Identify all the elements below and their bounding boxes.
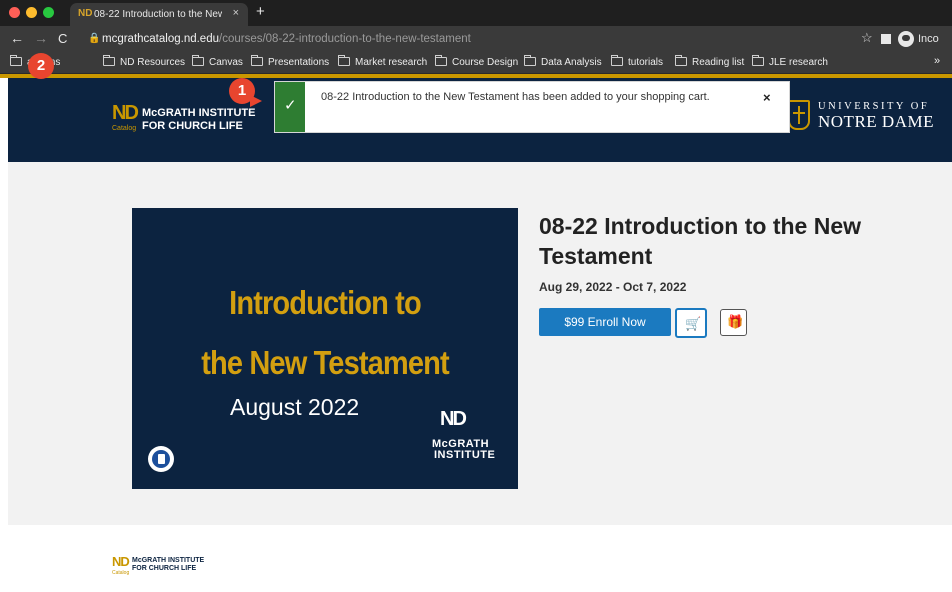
course-title: 08-22 Introduction to the New Testament (539, 213, 862, 269)
forward-icon[interactable]: → (34, 30, 48, 47)
shield-icon (788, 100, 810, 130)
image-date: August 2022 (230, 394, 360, 420)
logo-line1: McGRATH INSTITUTE (142, 107, 256, 119)
footer-logo-line1: McGRATH INSTITUTE (132, 557, 205, 564)
tab-title: 08-22 Introduction to the New (94, 9, 222, 20)
tab-strip: ND 08-22 Introduction to the New × + (0, 0, 952, 26)
close-toast-icon[interactable]: × (763, 90, 771, 105)
mcgrath-logo[interactable]: ND Catalog McGRATH INSTITUTE FOR CHURCH … (112, 102, 256, 138)
nd-monogram-icon: ND (440, 408, 467, 430)
minimize-window-button[interactable] (26, 7, 37, 18)
url-host: mcgrathcatalog.nd.edu (102, 33, 219, 45)
add-to-cart-button[interactable]: 🛒 (675, 308, 707, 338)
folder-icon (338, 55, 350, 66)
bookmark-label: tutorials (628, 57, 664, 68)
logo-catalog-label: Catalog (112, 125, 137, 132)
bookmark-label: Data Analysis (541, 57, 602, 68)
cart-icon: 🛒 (685, 316, 702, 331)
bookmark-course-design[interactable]: Course Design (435, 55, 519, 69)
bookmark-label: Course Design (452, 57, 519, 68)
bookmark-canvas[interactable]: Canvas (192, 55, 243, 69)
browser-window: ND 08-22 Introduction to the New × + ← →… (0, 0, 952, 592)
nd-monogram-icon: ND (112, 102, 139, 124)
bookmark-label: Canvas (209, 57, 243, 68)
image-title-line1: Introduction to (229, 284, 422, 321)
address-bar[interactable]: 🔒 mcgrathcatalog.nd.edu/courses/08-22-in… (80, 29, 880, 49)
close-tab-icon[interactable]: × (233, 7, 239, 20)
bookmark-tutorials[interactable]: tutorials (611, 55, 664, 69)
bookmark-label: Reading list (692, 57, 745, 68)
enroll-button[interactable]: $99 Enroll Now (539, 308, 671, 336)
course-dates: Aug 29, 2022 - Oct 7, 2022 (539, 280, 687, 294)
bookmark-jle-research[interactable]: JLE research (752, 55, 828, 69)
university-line2: NOTRE DAME (818, 112, 934, 131)
bookmark-label: ND Resources (120, 57, 186, 68)
bookmark-label: Presentations (268, 57, 330, 68)
gift-button[interactable]: 🎁 (720, 309, 747, 336)
gift-icon: 🎁 (727, 314, 744, 329)
book-icon (148, 446, 174, 472)
favicon-icon: ND (78, 8, 93, 19)
folder-icon (251, 55, 263, 66)
new-tab-button[interactable]: + (256, 3, 265, 21)
url-path: /courses/08-22-introduction-to-the-new-t… (219, 33, 471, 45)
site-header: ND Catalog McGRATH INSTITUTE FOR CHURCH … (8, 78, 952, 162)
image-title-line2: the New Testament (201, 344, 449, 381)
bookmark-reading-list[interactable]: Reading list (675, 55, 745, 69)
folder-icon (103, 55, 115, 66)
course-image: Introduction to the New Testament August… (132, 208, 518, 489)
bookmark-star-icon[interactable]: ☆ (861, 30, 873, 46)
footer-catalog-label: Catalog (112, 570, 130, 576)
folder-icon (10, 55, 22, 66)
step-badge-1: 1 (229, 78, 255, 104)
back-icon[interactable]: ← (10, 30, 24, 47)
folder-icon (524, 55, 536, 66)
page-content: ND Catalog McGRATH INSTITUTE FOR CHURCH … (8, 78, 952, 592)
url-text[interactable]: mcgrathcatalog.nd.edu/courses/08-22-intr… (102, 32, 471, 46)
bookmark-label: JLE research (769, 57, 828, 68)
image-institute-line2: INSTITUTE (434, 449, 496, 461)
reload-icon[interactable]: C (58, 30, 67, 47)
site-footer: ND Catalog McGRATH INSTITUTE FOR CHURCH … (8, 525, 952, 592)
folder-icon (192, 55, 204, 66)
cart-toast: ✓ 08-22 Introduction to the New Testamen… (274, 81, 790, 133)
check-icon: ✓ (284, 97, 297, 114)
tab-active[interactable]: ND 08-22 Introduction to the New × (70, 3, 248, 26)
maximize-window-button[interactable] (43, 7, 54, 18)
bookmark-nd-resources[interactable]: ND Resources (103, 55, 186, 69)
footer-logo-line2: FOR CHURCH LIFE (132, 565, 197, 572)
folder-icon (675, 55, 687, 66)
bookmark-market-research[interactable]: Market research (338, 55, 428, 69)
lock-icon: 🔒 (88, 33, 101, 44)
logo-line2: FOR CHURCH LIFE (142, 120, 243, 132)
folder-icon (752, 55, 764, 66)
nd-monogram-icon: ND (112, 554, 130, 569)
bookmark-presentations[interactable]: Presentations (251, 55, 330, 69)
notre-dame-logo[interactable]: UNIVERSITY OF NOTRE DAME (788, 100, 948, 134)
bookmark-label: Market research (355, 57, 428, 68)
toast-status: ✓ (275, 82, 305, 132)
browser-toolbar: ← → C 🔒 mcgrathcatalog.nd.edu/courses/08… (0, 26, 952, 52)
bookmark-data-analysis[interactable]: Data Analysis (524, 55, 602, 69)
folder-icon (611, 55, 623, 66)
bookmarks-bar: atforms ND Resources Canvas Presentation… (0, 52, 952, 74)
incognito-label[interactable]: Inco (918, 32, 939, 46)
step-badge-2: 2 (28, 53, 54, 79)
toast-message: 08-22 Introduction to the New Testament … (321, 91, 710, 103)
side-panel-icon[interactable] (881, 34, 891, 44)
book-page (158, 454, 165, 464)
folder-icon (435, 55, 447, 66)
more-bookmarks-icon[interactable]: » (934, 55, 940, 68)
close-window-button[interactable] (9, 7, 20, 18)
incognito-icon[interactable] (898, 31, 914, 47)
